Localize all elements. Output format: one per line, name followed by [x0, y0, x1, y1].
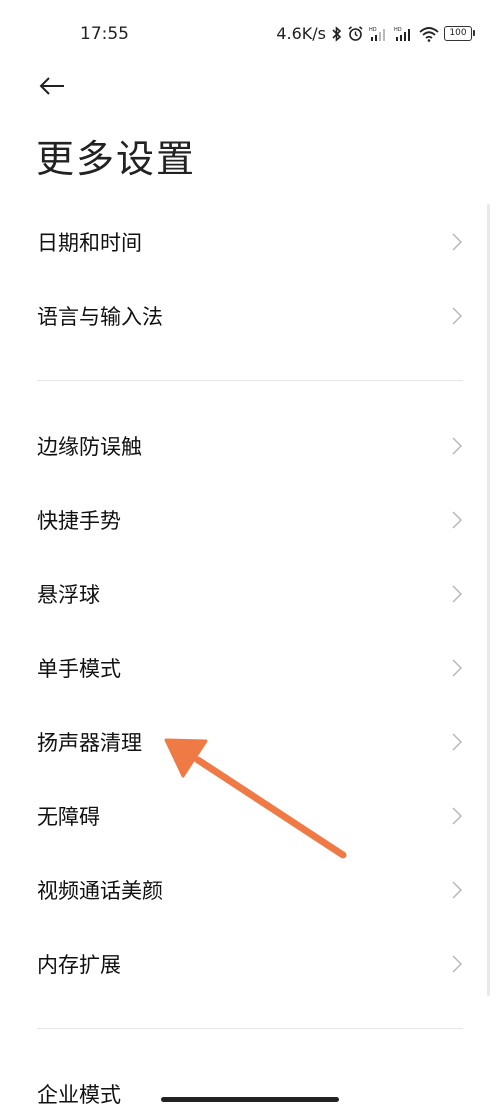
chevron-right-icon: [452, 437, 463, 455]
wifi-icon: [419, 26, 439, 42]
screen: 17:55 4.6K/s HD HD 100 更多设置 日期和时间 语言与输入法…: [0, 0, 500, 1111]
settings-item-label: 单手模式: [37, 657, 121, 681]
chevron-right-icon: [452, 585, 463, 603]
settings-item-date-time[interactable]: 日期和时间: [0, 212, 500, 272]
page-title: 更多设置: [36, 137, 197, 181]
hd-signal-icon: HD: [394, 26, 414, 42]
settings-item-label: 内存扩展: [37, 953, 121, 977]
settings-item-floating-ball[interactable]: 悬浮球: [0, 564, 500, 624]
chevron-right-icon: [452, 233, 463, 251]
settings-item-label: 语言与输入法: [37, 305, 163, 329]
settings-item-memory-extension[interactable]: 内存扩展: [0, 934, 500, 994]
chevron-right-icon: [452, 659, 463, 677]
alarm-icon: [347, 25, 364, 42]
settings-item-label: 视频通话美颜: [37, 879, 163, 903]
settings-item-language-input[interactable]: 语言与输入法: [0, 286, 500, 346]
battery-icon: 100: [444, 26, 475, 41]
settings-item-gestures[interactable]: 快捷手势: [0, 490, 500, 550]
svg-text:HD: HD: [394, 27, 402, 33]
settings-item-label: 扬声器清理: [37, 731, 142, 755]
back-arrow-icon: [39, 77, 64, 95]
back-button[interactable]: [32, 66, 72, 106]
section-divider: [37, 380, 463, 381]
settings-item-label: 悬浮球: [37, 583, 100, 607]
settings-item-accessibility[interactable]: 无障碍: [0, 786, 500, 846]
settings-item-video-call-beauty[interactable]: 视频通话美颜: [0, 860, 500, 920]
status-icons: 4.6K/s HD HD 100: [276, 24, 475, 43]
settings-item-speaker-cleaning[interactable]: 扬声器清理: [0, 712, 500, 772]
chevron-right-icon: [452, 307, 463, 325]
status-time: 17:55: [80, 24, 129, 44]
scrollbar[interactable]: [487, 204, 490, 996]
status-bar: 17:55 4.6K/s HD HD 100: [0, 0, 500, 70]
settings-item-edge-touch[interactable]: 边缘防误触: [0, 416, 500, 476]
chevron-right-icon: [452, 807, 463, 825]
chevron-right-icon: [452, 511, 463, 529]
settings-item-label: 企业模式: [37, 1083, 121, 1107]
section-divider: [37, 1028, 463, 1029]
settings-item-label: 无障碍: [37, 805, 100, 829]
home-indicator[interactable]: [161, 1097, 339, 1102]
chevron-right-icon: [452, 955, 463, 973]
chevron-right-icon: [452, 733, 463, 751]
settings-item-label: 快捷手势: [37, 509, 121, 533]
settings-item-label: 边缘防误触: [37, 435, 142, 459]
settings-item-enterprise-mode[interactable]: 企业模式: [0, 1064, 500, 1111]
battery-level: 100: [449, 28, 467, 38]
settings-item-label: 日期和时间: [37, 231, 142, 255]
svg-text:HD: HD: [369, 27, 377, 33]
settings-item-one-hand-mode[interactable]: 单手模式: [0, 638, 500, 698]
chevron-right-icon: [452, 881, 463, 899]
bluetooth-icon: [331, 25, 342, 42]
hd-signal-icon: HD: [369, 26, 389, 42]
net-speed: 4.6K/s: [276, 24, 326, 43]
